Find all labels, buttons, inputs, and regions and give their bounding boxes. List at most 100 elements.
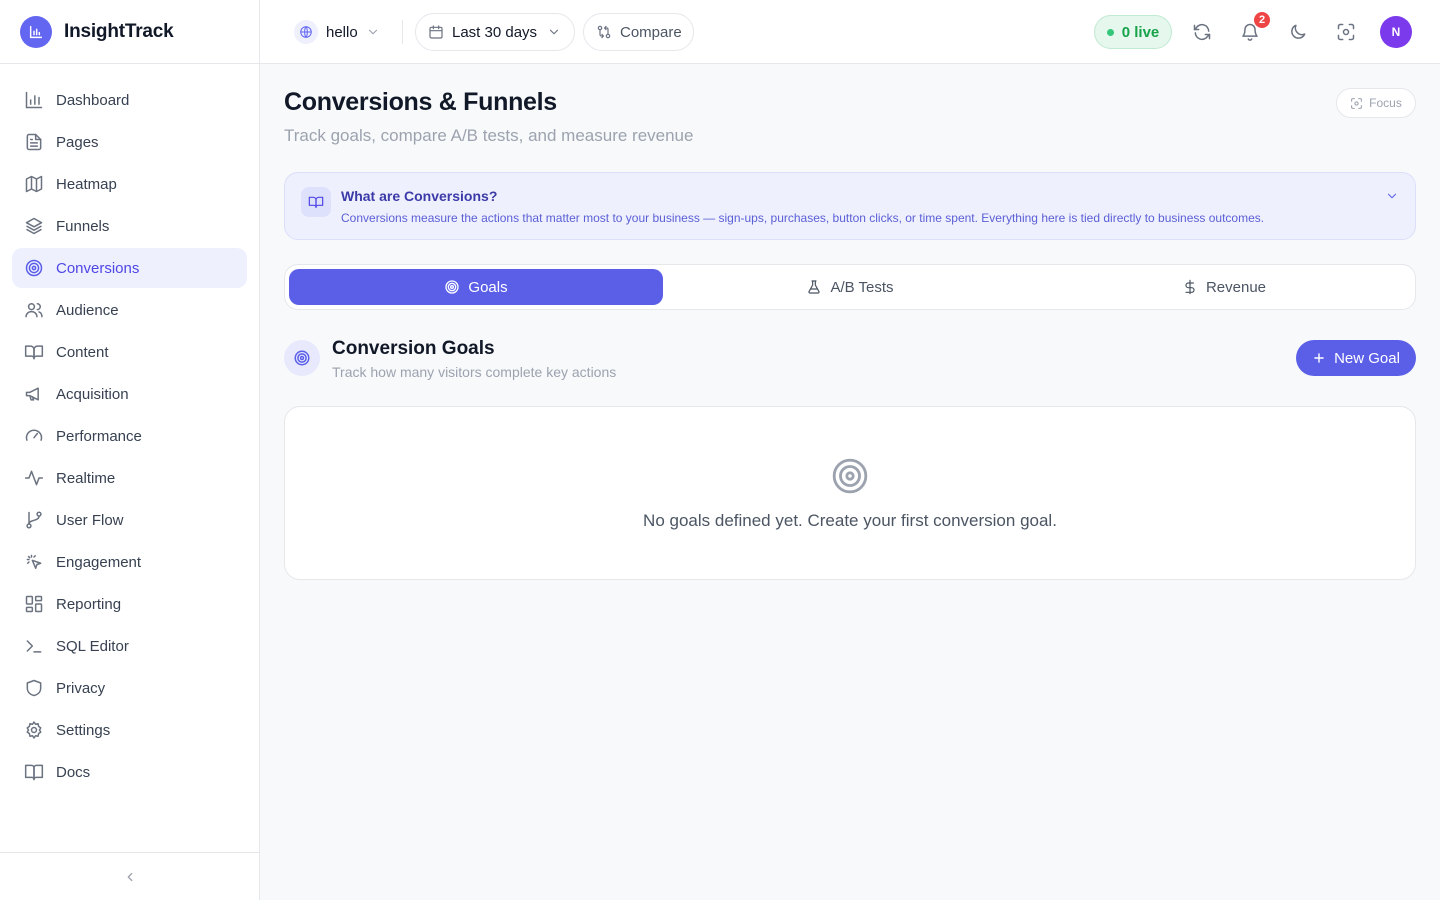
tab-label: A/B Tests bbox=[830, 278, 894, 296]
site-name: hello bbox=[326, 23, 358, 41]
shield-icon bbox=[24, 678, 44, 698]
empty-state-message: No goals defined yet. Create your first … bbox=[643, 511, 1057, 530]
bar-chart-icon bbox=[24, 90, 44, 110]
moon-icon[interactable] bbox=[1286, 20, 1310, 44]
layout-grid-icon bbox=[24, 594, 44, 614]
chevron-down-icon bbox=[547, 25, 561, 39]
flask-icon bbox=[806, 279, 822, 295]
sidebar-item-label: Conversions bbox=[56, 259, 140, 277]
info-title: What are Conversions? bbox=[341, 188, 498, 204]
avatar[interactable]: N bbox=[1380, 16, 1412, 48]
file-text-icon bbox=[24, 132, 44, 152]
sidebar-item-heatmap[interactable]: Heatmap bbox=[12, 164, 247, 204]
tab-label: Goals bbox=[468, 278, 508, 296]
tab-goals[interactable]: Goals bbox=[289, 269, 663, 305]
sidebar-item-label: Audience bbox=[56, 301, 119, 319]
sidebar-item-label: Docs bbox=[56, 763, 91, 781]
brand[interactable]: InsightTrack bbox=[0, 0, 259, 64]
refresh-icon[interactable] bbox=[1190, 20, 1214, 44]
gauge-icon bbox=[24, 426, 44, 446]
tabs: Goals A/B Tests Revenue bbox=[284, 264, 1416, 310]
live-visitors-badge[interactable]: 0 live bbox=[1094, 15, 1172, 49]
section-subtitle: Track how many visitors complete key act… bbox=[332, 364, 617, 380]
sidebar-item-label: Performance bbox=[56, 427, 142, 445]
sidebar-item-content[interactable]: Content bbox=[12, 332, 247, 372]
sidebar-item-settings[interactable]: Settings bbox=[12, 710, 247, 750]
sidebar-item-audience[interactable]: Audience bbox=[12, 290, 247, 330]
notification-count-badge: 2 bbox=[1254, 12, 1270, 28]
page-title: Conversions & Funnels bbox=[284, 88, 557, 116]
new-goal-label: New Goal bbox=[1334, 349, 1400, 367]
sidebar-item-label: SQL Editor bbox=[56, 637, 129, 655]
dollar-icon bbox=[1182, 279, 1198, 295]
sidebar-item-label: Reporting bbox=[56, 595, 122, 613]
users-icon bbox=[24, 300, 44, 320]
sidebar-item-user-flow[interactable]: User Flow bbox=[12, 500, 247, 540]
sidebar-item-sql-editor[interactable]: SQL Editor bbox=[12, 626, 247, 666]
sidebar-item-reporting[interactable]: Reporting bbox=[12, 584, 247, 624]
book-open-icon bbox=[24, 342, 44, 362]
sidebar-item-conversions[interactable]: Conversions bbox=[12, 248, 247, 288]
empty-state-card: No goals defined yet. Create your first … bbox=[284, 406, 1416, 580]
sidebar-item-label: Settings bbox=[56, 721, 111, 739]
sidebar-item-acquisition[interactable]: Acquisition bbox=[12, 374, 247, 414]
activity-icon bbox=[24, 468, 44, 488]
tab-ab-tests[interactable]: A/B Tests bbox=[663, 269, 1037, 305]
tab-revenue[interactable]: Revenue bbox=[1037, 269, 1411, 305]
sidebar-item-engagement[interactable]: Engagement bbox=[12, 542, 247, 582]
top-bar: hello Last 30 days Compare 0 live 2 N bbox=[260, 0, 1440, 64]
sidebar-item-performance[interactable]: Performance bbox=[12, 416, 247, 456]
sidebar-item-label: Funnels bbox=[56, 217, 110, 235]
map-icon bbox=[24, 174, 44, 194]
sidebar-item-label: User Flow bbox=[56, 511, 124, 529]
sidebar-item-label: Dashboard bbox=[56, 91, 130, 109]
sidebar-item-label: Realtime bbox=[56, 469, 116, 487]
target-icon bbox=[831, 457, 869, 495]
date-range-label: Last 30 days bbox=[452, 23, 538, 41]
focus-label: Focus bbox=[1369, 96, 1402, 110]
focus-button[interactable]: Focus bbox=[1336, 88, 1416, 118]
sidebar-item-label: Pages bbox=[56, 133, 99, 151]
chevron-down-icon bbox=[366, 25, 380, 39]
target-icon bbox=[24, 258, 44, 278]
book-icon bbox=[24, 762, 44, 782]
section-title: Conversion Goals bbox=[332, 338, 495, 359]
target-icon bbox=[284, 340, 320, 376]
info-body: Conversions measure the actions that mat… bbox=[341, 211, 1265, 225]
tab-label: Revenue bbox=[1205, 278, 1267, 296]
new-goal-button[interactable]: New Goal bbox=[1296, 340, 1416, 376]
divider bbox=[402, 20, 403, 44]
compare-label: Compare bbox=[620, 23, 682, 41]
focus-scan-icon[interactable] bbox=[1334, 20, 1358, 44]
chevron-left-icon[interactable] bbox=[116, 863, 144, 891]
sidebar-item-label: Acquisition bbox=[56, 385, 129, 403]
brand-name: InsightTrack bbox=[64, 20, 174, 42]
sidebar-item-funnels[interactable]: Funnels bbox=[12, 206, 247, 246]
sidebar-item-label: Engagement bbox=[56, 553, 142, 571]
info-card: What are Conversions? Conversions measur… bbox=[284, 172, 1416, 240]
sidebar-item-realtime[interactable]: Realtime bbox=[12, 458, 247, 498]
sidebar-item-dashboard[interactable]: Dashboard bbox=[12, 80, 247, 120]
compare-button[interactable]: Compare bbox=[583, 13, 694, 51]
sidebar-item-docs[interactable]: Docs bbox=[12, 752, 247, 792]
compare-arrows-icon bbox=[596, 24, 612, 40]
date-range-button[interactable]: Last 30 days bbox=[415, 13, 575, 51]
plus-icon bbox=[1312, 351, 1326, 365]
book-open-icon bbox=[301, 187, 331, 217]
sidebar-nav: Dashboard Pages Heatmap Funnels Conversi… bbox=[0, 64, 259, 792]
sidebar-item-privacy[interactable]: Privacy bbox=[12, 668, 247, 708]
sidebar-item-label: Content bbox=[56, 343, 109, 361]
sidebar-footer bbox=[0, 852, 259, 900]
sidebar-item-label: Heatmap bbox=[56, 175, 117, 193]
sidebar-item-pages[interactable]: Pages bbox=[12, 122, 247, 162]
live-label: 0 live bbox=[1121, 23, 1160, 41]
chevron-down-icon[interactable] bbox=[1385, 189, 1399, 203]
layers-icon bbox=[24, 216, 44, 236]
terminal-icon bbox=[24, 636, 44, 656]
focus-scan-icon bbox=[1350, 97, 1363, 110]
live-dot-icon bbox=[1106, 28, 1114, 36]
brand-logo-icon bbox=[20, 15, 52, 48]
sidebar-item-label: Privacy bbox=[56, 679, 106, 697]
site-selector[interactable]: hello bbox=[294, 19, 380, 45]
git-branch-icon bbox=[24, 510, 44, 530]
